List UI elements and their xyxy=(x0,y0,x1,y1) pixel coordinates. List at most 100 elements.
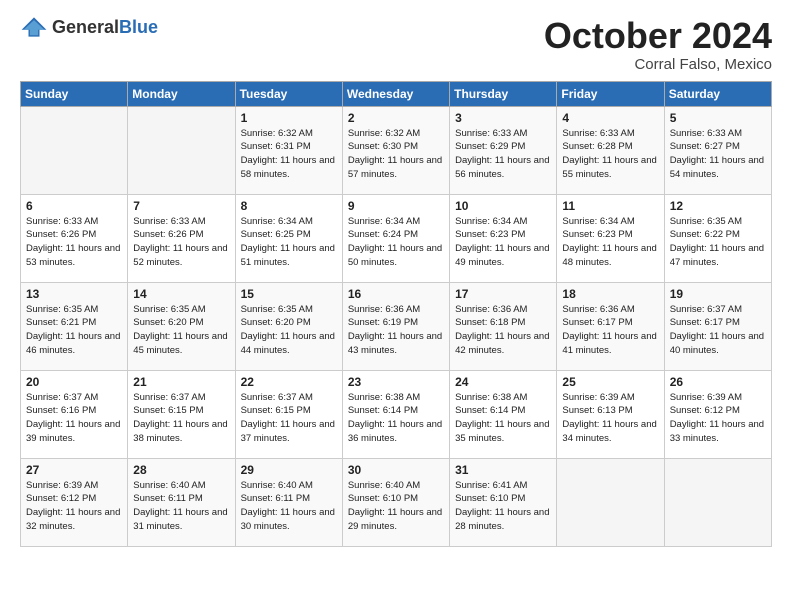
calendar-cell: 28 Sunrise: 6:40 AM Sunset: 6:11 PM Dayli… xyxy=(128,458,235,546)
day-number: 19 xyxy=(670,287,766,301)
day-number: 3 xyxy=(455,111,551,125)
day-info: Sunrise: 6:36 AM Sunset: 6:19 PM Dayligh… xyxy=(348,303,444,358)
day-header-monday: Monday xyxy=(128,81,235,106)
day-header-tuesday: Tuesday xyxy=(235,81,342,106)
calendar-cell xyxy=(21,106,128,194)
day-number: 21 xyxy=(133,375,229,389)
day-info: Sunrise: 6:37 AM Sunset: 6:16 PM Dayligh… xyxy=(26,391,122,446)
day-info: Sunrise: 6:34 AM Sunset: 6:25 PM Dayligh… xyxy=(241,215,337,270)
title-location: Corral Falso, Mexico xyxy=(544,56,772,73)
calendar-cell: 13Sunrise: 6:35 AM Sunset: 6:21 PM Dayli… xyxy=(21,282,128,370)
day-info: Sunrise: 6:34 AM Sunset: 6:23 PM Dayligh… xyxy=(455,215,551,270)
day-info: Sunrise: 6:34 AM Sunset: 6:23 PM Dayligh… xyxy=(562,215,658,270)
calendar-cell: 19 Sunrise: 6:37 AM Sunset: 6:17 PM Dayli… xyxy=(664,282,771,370)
calendar-header-row: SundayMondayTuesdayWednesdayThursdayFrid… xyxy=(21,81,772,106)
calendar-cell: 27 Sunrise: 6:39 AM Sunset: 6:12 PM Dayli… xyxy=(21,458,128,546)
day-info: Sunrise: 6:34 AM Sunset: 6:24 PM Dayligh… xyxy=(348,215,444,270)
calendar-cell: 22Sunrise: 6:37 AM Sunset: 6:15 PM Dayli… xyxy=(235,370,342,458)
day-info: Sunrise: 6:33 AM Sunset: 6:26 PM Dayligh… xyxy=(26,215,122,270)
calendar-cell: 5Sunrise: 6:33 AM Sunset: 6:27 PM Daylig… xyxy=(664,106,771,194)
day-info: Sunrise: 6:35 AM Sunset: 6:22 PM Dayligh… xyxy=(670,215,766,270)
week-row-5: 27 Sunrise: 6:39 AM Sunset: 6:12 PM Dayli… xyxy=(21,458,772,546)
day-number: 10 xyxy=(455,199,551,213)
calendar-cell: 30Sunrise: 6:40 AM Sunset: 6:10 PM Dayli… xyxy=(342,458,449,546)
day-number: 26 xyxy=(670,375,766,389)
calendar-cell: 15 Sunrise: 6:35 AM Sunset: 6:20 PM Dayli… xyxy=(235,282,342,370)
day-number: 25 xyxy=(562,375,658,389)
day-info: Sunrise: 6:40 AM Sunset: 6:11 PM Dayligh… xyxy=(133,479,229,534)
calendar-cell: 31 Sunrise: 6:41 AM Sunset: 6:10 PM Dayli… xyxy=(450,458,557,546)
day-info: Sunrise: 6:41 AM Sunset: 6:10 PM Dayligh… xyxy=(455,479,551,534)
page: GeneralBlue October 2024 Corral Falso, M… xyxy=(0,0,792,612)
day-info: Sunrise: 6:40 AM Sunset: 6:11 PM Dayligh… xyxy=(241,479,337,534)
week-row-4: 20 Sunrise: 6:37 AM Sunset: 6:16 PM Dayli… xyxy=(21,370,772,458)
calendar-cell: 17 Sunrise: 6:36 AM Sunset: 6:18 PM Dayli… xyxy=(450,282,557,370)
day-info: Sunrise: 6:38 AM Sunset: 6:14 PM Dayligh… xyxy=(455,391,551,446)
day-number: 1 xyxy=(241,111,337,125)
day-header-friday: Friday xyxy=(557,81,664,106)
day-number: 7 xyxy=(133,199,229,213)
calendar-cell: 3 Sunrise: 6:33 AM Sunset: 6:29 PM Daylig… xyxy=(450,106,557,194)
calendar-cell: 9 Sunrise: 6:34 AM Sunset: 6:24 PM Daylig… xyxy=(342,194,449,282)
logo-general: General xyxy=(52,17,119,37)
day-info: Sunrise: 6:39 AM Sunset: 6:13 PM Dayligh… xyxy=(562,391,658,446)
calendar-cell: 12 Sunrise: 6:35 AM Sunset: 6:22 PM Dayli… xyxy=(664,194,771,282)
week-row-2: 6 Sunrise: 6:33 AM Sunset: 6:26 PM Daylig… xyxy=(21,194,772,282)
day-info: Sunrise: 6:33 AM Sunset: 6:29 PM Dayligh… xyxy=(455,127,551,182)
calendar-cell xyxy=(664,458,771,546)
day-info: Sunrise: 6:39 AM Sunset: 6:12 PM Dayligh… xyxy=(26,479,122,534)
calendar-cell: 21Sunrise: 6:37 AM Sunset: 6:15 PM Dayli… xyxy=(128,370,235,458)
day-number: 29 xyxy=(241,463,337,477)
calendar-cell: 10 Sunrise: 6:34 AM Sunset: 6:23 PM Dayli… xyxy=(450,194,557,282)
title-month: October 2024 xyxy=(544,16,772,56)
day-info: Sunrise: 6:37 AM Sunset: 6:17 PM Dayligh… xyxy=(670,303,766,358)
day-header-thursday: Thursday xyxy=(450,81,557,106)
calendar-cell: 29 Sunrise: 6:40 AM Sunset: 6:11 PM Dayli… xyxy=(235,458,342,546)
title-block: October 2024 Corral Falso, Mexico xyxy=(544,16,772,73)
logo-text: GeneralBlue xyxy=(52,17,158,38)
logo-blue: Blue xyxy=(119,17,158,37)
day-info: Sunrise: 6:40 AM Sunset: 6:10 PM Dayligh… xyxy=(348,479,444,534)
day-info: Sunrise: 6:35 AM Sunset: 6:20 PM Dayligh… xyxy=(241,303,337,358)
calendar-cell: 23Sunrise: 6:38 AM Sunset: 6:14 PM Dayli… xyxy=(342,370,449,458)
calendar-cell xyxy=(557,458,664,546)
calendar-cell: 1 Sunrise: 6:32 AM Sunset: 6:31 PM Daylig… xyxy=(235,106,342,194)
logo-icon xyxy=(20,16,48,38)
day-info: Sunrise: 6:37 AM Sunset: 6:15 PM Dayligh… xyxy=(241,391,337,446)
day-number: 4 xyxy=(562,111,658,125)
day-number: 16 xyxy=(348,287,444,301)
day-info: Sunrise: 6:35 AM Sunset: 6:21 PM Dayligh… xyxy=(26,303,122,358)
logo: GeneralBlue xyxy=(20,16,158,38)
day-info: Sunrise: 6:36 AM Sunset: 6:17 PM Dayligh… xyxy=(562,303,658,358)
day-number: 8 xyxy=(241,199,337,213)
day-number: 15 xyxy=(241,287,337,301)
day-number: 2 xyxy=(348,111,444,125)
calendar-cell: 16 Sunrise: 6:36 AM Sunset: 6:19 PM Dayli… xyxy=(342,282,449,370)
calendar: SundayMondayTuesdayWednesdayThursdayFrid… xyxy=(20,81,772,547)
day-info: Sunrise: 6:32 AM Sunset: 6:31 PM Dayligh… xyxy=(241,127,337,182)
day-info: Sunrise: 6:32 AM Sunset: 6:30 PM Dayligh… xyxy=(348,127,444,182)
day-number: 6 xyxy=(26,199,122,213)
day-number: 31 xyxy=(455,463,551,477)
day-header-sunday: Sunday xyxy=(21,81,128,106)
day-info: Sunrise: 6:36 AM Sunset: 6:18 PM Dayligh… xyxy=(455,303,551,358)
day-number: 17 xyxy=(455,287,551,301)
day-number: 14 xyxy=(133,287,229,301)
day-number: 24 xyxy=(455,375,551,389)
calendar-cell: 6 Sunrise: 6:33 AM Sunset: 6:26 PM Daylig… xyxy=(21,194,128,282)
day-header-wednesday: Wednesday xyxy=(342,81,449,106)
day-number: 27 xyxy=(26,463,122,477)
day-number: 9 xyxy=(348,199,444,213)
calendar-cell: 24 Sunrise: 6:38 AM Sunset: 6:14 PM Dayli… xyxy=(450,370,557,458)
day-number: 28 xyxy=(133,463,229,477)
day-header-saturday: Saturday xyxy=(664,81,771,106)
calendar-cell: 2 Sunrise: 6:32 AM Sunset: 6:30 PM Daylig… xyxy=(342,106,449,194)
day-number: 18 xyxy=(562,287,658,301)
week-row-3: 13Sunrise: 6:35 AM Sunset: 6:21 PM Dayli… xyxy=(21,282,772,370)
day-info: Sunrise: 6:38 AM Sunset: 6:14 PM Dayligh… xyxy=(348,391,444,446)
day-number: 20 xyxy=(26,375,122,389)
calendar-cell: 7Sunrise: 6:33 AM Sunset: 6:26 PM Daylig… xyxy=(128,194,235,282)
header: GeneralBlue October 2024 Corral Falso, M… xyxy=(20,16,772,73)
day-number: 12 xyxy=(670,199,766,213)
calendar-cell: 26Sunrise: 6:39 AM Sunset: 6:12 PM Dayli… xyxy=(664,370,771,458)
